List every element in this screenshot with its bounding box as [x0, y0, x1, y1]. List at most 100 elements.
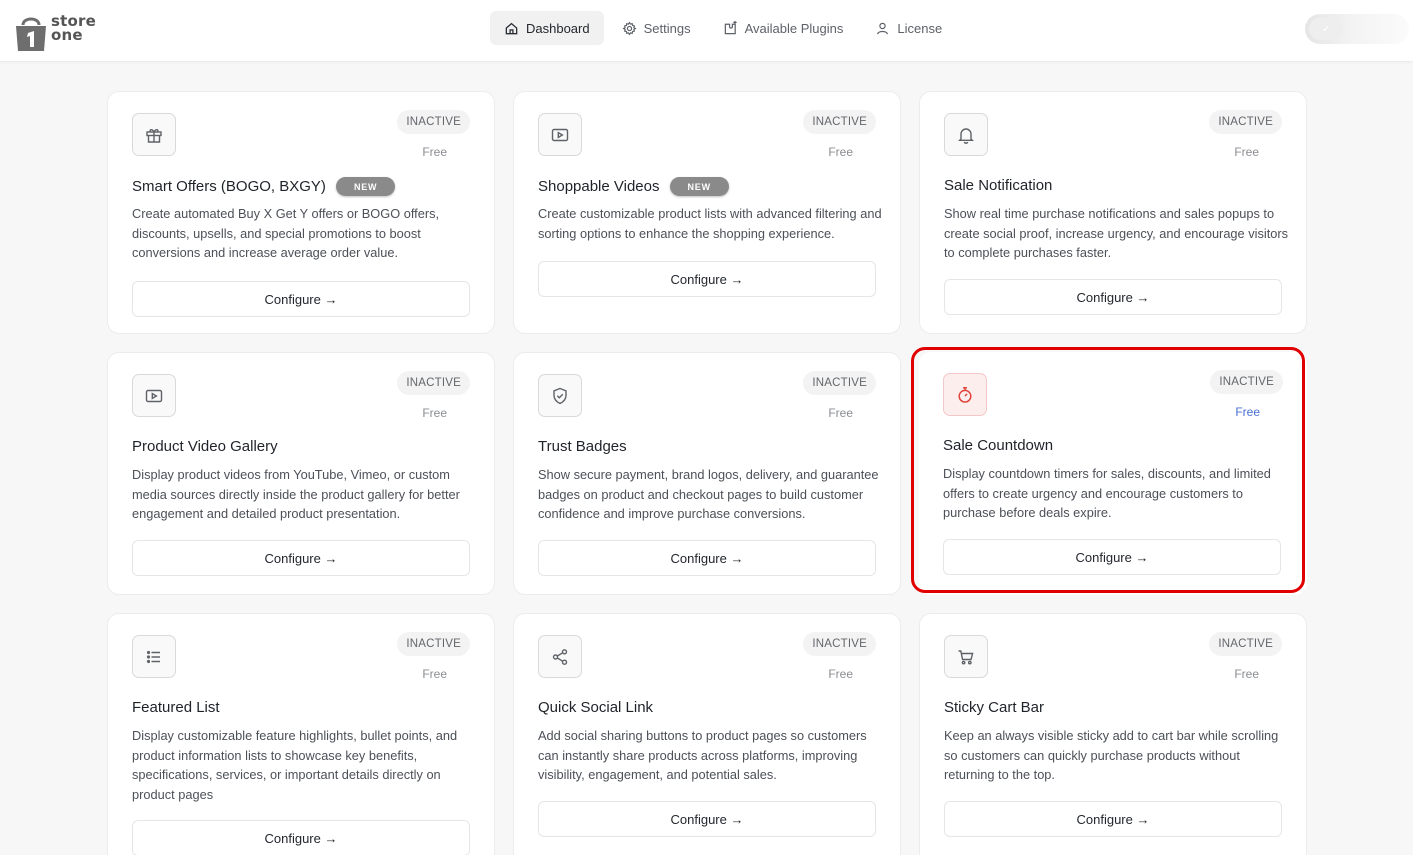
- store-one-logo[interactable]: store one: [13, 8, 103, 52]
- configure-button[interactable]: Configure →: [943, 539, 1281, 575]
- check-icon: ✓: [1322, 24, 1331, 35]
- video-play-icon: [551, 128, 569, 141]
- card-title: Quick Social Link: [538, 699, 654, 716]
- card-title-row: Product Video Gallery: [132, 438, 278, 455]
- cart-icon: [958, 649, 974, 665]
- card-description: Create customizable product lists with a…: [538, 206, 882, 241]
- price-label: Free: [1234, 145, 1259, 159]
- new-badge: NEW: [335, 177, 396, 196]
- card-title-row: Smart Offers (BOGO, BXGY) NEW: [132, 177, 396, 196]
- plugin-icon-box: [943, 373, 987, 416]
- status-badge: INACTIVE: [1209, 110, 1282, 134]
- price-label: Free: [1235, 405, 1260, 419]
- status-badge: INACTIVE: [397, 371, 470, 395]
- plugin-icon-box: [538, 374, 582, 417]
- status-badge: INACTIVE: [803, 632, 876, 656]
- plugin-icon-box: [132, 113, 176, 156]
- share-icon: [552, 648, 568, 665]
- configure-button[interactable]: Configure →: [944, 279, 1282, 315]
- card-title-row: Shoppable Videos NEW: [538, 177, 729, 196]
- nav-settings[interactable]: Settings: [608, 11, 705, 45]
- logo-text: store one: [51, 12, 96, 44]
- card-title-row: Sticky Cart Bar: [944, 699, 1044, 716]
- plugin-icon-box: [538, 113, 582, 156]
- card-title: Sale Countdown: [943, 437, 1054, 454]
- price-label: Free: [1234, 667, 1259, 681]
- plugin-card-sale-countdown: INACTIVE Free Sale Countdown Display cou…: [911, 347, 1307, 595]
- card-title-row: Sale Notification: [944, 177, 1052, 194]
- status-badge: INACTIVE: [803, 110, 876, 134]
- gift-icon: [146, 128, 162, 143]
- status-badge: INACTIVE: [1210, 370, 1283, 394]
- card-description: Keep an always visible sticky add to car…: [944, 728, 1279, 783]
- nav-license-label: License: [897, 20, 943, 36]
- stopwatch-icon: [958, 386, 972, 403]
- user-icon: [877, 22, 889, 34]
- price-label: Free: [422, 667, 447, 681]
- card-title: Sticky Cart Bar: [944, 699, 1045, 716]
- status-badge: INACTIVE: [397, 110, 470, 134]
- home-icon: [505, 22, 518, 34]
- plugin-icon-box: [538, 635, 582, 678]
- card-title-row: Featured List: [132, 699, 220, 716]
- card-title: Shoppable Videos: [538, 178, 660, 195]
- plugin-card-sale-notification: INACTIVE Free Sale Notification Show rea…: [919, 91, 1307, 334]
- shield-check-icon: [553, 387, 567, 404]
- plugin-card-sticky-cart-bar: INACTIVE Free Sticky Cart Bar Keep an al…: [919, 613, 1307, 855]
- nav-settings-label: Settings: [643, 20, 691, 36]
- price-label: Free: [422, 145, 447, 159]
- card-description: Add social sharing buttons to product pa…: [538, 728, 867, 783]
- nav-available-plugins-label: Available Plugins: [744, 20, 844, 36]
- gear-icon: [622, 21, 637, 35]
- price-label: Free: [828, 145, 853, 159]
- status-badge: INACTIVE: [1209, 632, 1282, 656]
- video-icon: [145, 389, 163, 402]
- card-title: Smart Offers (BOGO, BXGY): [132, 178, 326, 195]
- bell-icon: [958, 127, 974, 144]
- main-nav: Dashboard Settings Available Plugins Lic…: [490, 11, 956, 45]
- list-icon: [146, 650, 160, 663]
- new-badge: NEW: [669, 177, 729, 196]
- card-description: Display countdown timers for sales, disc…: [943, 466, 1271, 521]
- card-title: Featured List: [132, 699, 220, 716]
- plugin-card-product-video-gallery: INACTIVE Free Product Video Gallery Disp…: [107, 352, 495, 595]
- card-title-row: Trust Badges: [538, 438, 627, 455]
- card-title-row: Sale Countdown: [943, 437, 1053, 454]
- card-description: Show secure payment, brand logos, delive…: [538, 467, 879, 522]
- nav-dashboard[interactable]: Dashboard: [490, 11, 604, 45]
- configure-button[interactable]: Configure →: [538, 801, 876, 837]
- nav-dashboard-label: Dashboard: [526, 20, 590, 36]
- plugin-icon-box: [132, 635, 176, 678]
- plugin-icon-box: [944, 113, 988, 156]
- plugin-icon: [724, 20, 737, 34]
- theme-toggle[interactable]: ✓: [1305, 14, 1409, 44]
- shopping-bag-logo-icon: [16, 17, 46, 51]
- card-description: Create automated Buy X Get Y offers or B…: [132, 206, 440, 261]
- top-bar: store one Dashboard Settings Available P…: [0, 0, 1413, 62]
- configure-button[interactable]: Configure →: [538, 261, 876, 297]
- plugin-grid: INACTIVE Free Smart Offers (BOGO, BXGY) …: [107, 91, 1307, 855]
- configure-button[interactable]: Configure →: [132, 820, 470, 855]
- plugin-icon-box: [132, 374, 176, 417]
- configure-button[interactable]: Configure →: [132, 540, 470, 576]
- card-title: Sale Notification: [944, 177, 1053, 194]
- nav-available-plugins[interactable]: Available Plugins: [709, 11, 858, 45]
- price-label: Free: [828, 406, 853, 420]
- card-description: Display product videos from YouTube, Vim…: [132, 467, 460, 522]
- nav-license[interactable]: License: [861, 11, 956, 45]
- card-description: Show real time purchase notifications an…: [944, 206, 1289, 261]
- plugin-card-trust-badges: INACTIVE Free Trust Badges Show secure p…: [513, 352, 901, 595]
- card-description: Display customizable feature highlights,…: [132, 728, 458, 802]
- status-badge: INACTIVE: [397, 632, 470, 656]
- configure-button[interactable]: Configure →: [132, 281, 470, 317]
- configure-button[interactable]: Configure →: [538, 540, 876, 576]
- plugin-card-quick-social-link: INACTIVE Free Quick Social Link Add soci…: [513, 613, 901, 855]
- price-label: Free: [828, 667, 853, 681]
- plugin-card-featured-list: INACTIVE Free Featured List Display cust…: [107, 613, 495, 855]
- plugin-card-smart-offers: INACTIVE Free Smart Offers (BOGO, BXGY) …: [107, 91, 495, 334]
- configure-button[interactable]: Configure →: [944, 801, 1282, 837]
- card-title-row: Quick Social Link: [538, 699, 653, 716]
- plugin-card-shoppable-videos: INACTIVE Free Shoppable Videos NEW Creat…: [513, 91, 901, 334]
- card-title: Product Video Gallery: [132, 438, 278, 455]
- price-label: Free: [422, 406, 447, 420]
